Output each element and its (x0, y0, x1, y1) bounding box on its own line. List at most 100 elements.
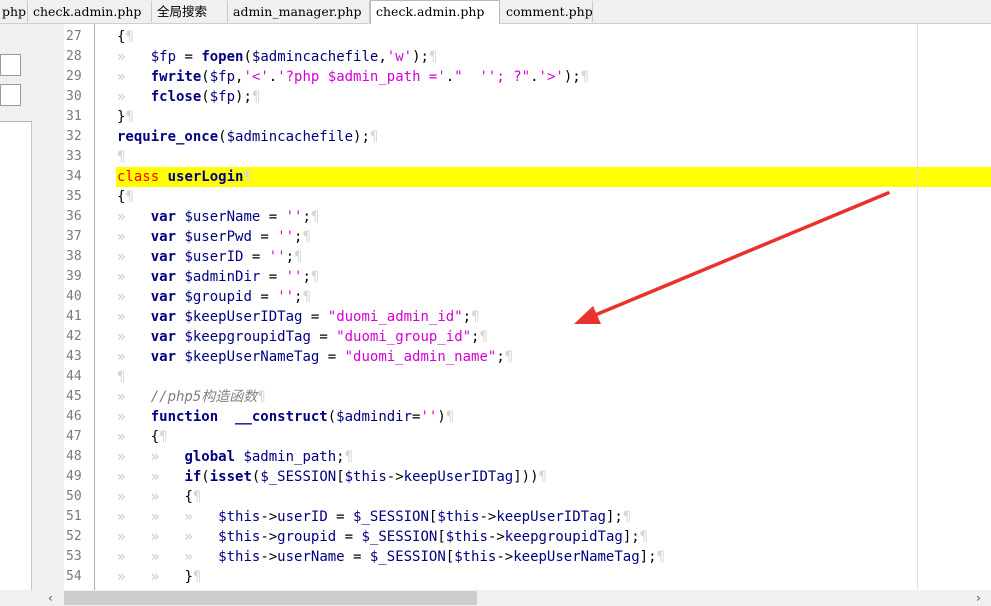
code-line: » fclose($fp);¶ (117, 87, 260, 107)
code-token: ¶ (302, 229, 311, 245)
line-number: 30 (66, 89, 82, 104)
code-token: » (117, 409, 151, 425)
line-number: 39 (66, 269, 82, 284)
code-token: ¶ (125, 189, 134, 205)
code-token: fclose (150, 89, 202, 105)
code-token: » » (117, 489, 185, 505)
code-token: . (445, 69, 455, 85)
code-token: ¶ (251, 89, 261, 105)
code-token: if (184, 469, 202, 485)
code-token: » » (117, 449, 185, 465)
line-number: 45 (66, 389, 82, 404)
code-line: » var $userID = '';¶ (117, 247, 303, 267)
code-token: $fp (209, 89, 236, 105)
horizontal-scrollbar[interactable]: ‹ › (32, 590, 991, 606)
code-line: {¶ (117, 27, 134, 47)
code-token: } (184, 569, 193, 585)
code-line: » » » $this->userName = $_SESSION[$this-… (117, 547, 665, 567)
code-token: ]; (622, 529, 640, 545)
code-token: ; (302, 209, 311, 225)
code-token: ]; (605, 509, 623, 525)
line-number: 51 (66, 509, 82, 524)
code-token: . (530, 69, 539, 85)
line-number: 53 (66, 549, 82, 564)
tab-php[interactable]: php (0, 1, 28, 22)
code-token: » » (117, 469, 185, 485)
code-token: ¶ (445, 409, 455, 425)
code-token: var (150, 289, 177, 305)
code-token: . (268, 69, 278, 85)
code-token: [ (437, 529, 446, 545)
code-token: ¶ (656, 549, 665, 565)
scroll-thumb[interactable] (64, 591, 477, 605)
code-token: ¶ (479, 329, 488, 345)
line-number: 43 (66, 349, 82, 364)
code-editor[interactable]: 27 {¶ 28» $fp = fopen($admincachefile,'w')… (64, 24, 991, 590)
code-token: ); (235, 89, 252, 105)
tab-check-admin-1[interactable]: check.admin.php (28, 1, 152, 22)
code-line: ¶ (117, 147, 125, 167)
code-token: = (176, 49, 202, 65)
code-token: » (117, 349, 151, 365)
code-token: = (251, 229, 278, 245)
tab-admin-manager[interactable]: admin_manager.php (228, 1, 370, 22)
code-token: var (150, 309, 177, 325)
code-token: "duomi_admin_id" (327, 309, 463, 325)
line-number: 27 (66, 29, 82, 44)
code-token: var (150, 329, 177, 345)
code-token: //php5构造函数 (150, 389, 258, 405)
code-token: " ''; ?" (454, 69, 531, 85)
code-token: ¶ (117, 369, 126, 385)
code-token: '' (420, 409, 438, 425)
code-token: = (336, 529, 362, 545)
code-token: » (117, 209, 151, 225)
code-token: '?php $admin_path =' (277, 69, 446, 85)
side-input-2[interactable] (0, 84, 21, 106)
code-line: » var $adminDir = '';¶ (117, 267, 319, 287)
code-token: "duomi_admin_name" (344, 349, 497, 365)
code-token: ; (462, 309, 472, 325)
code-token: ¶ (310, 209, 320, 225)
code-token: = (260, 209, 286, 225)
code-token: = (251, 289, 278, 305)
code-token: = (319, 349, 345, 365)
code-token: ( (201, 89, 210, 105)
tab-comment[interactable]: comment.php (501, 1, 593, 22)
side-input-1[interactable] (0, 54, 21, 76)
code-token: ; (285, 249, 295, 265)
code-token: ; (302, 269, 311, 285)
code-token: ¶ (125, 109, 134, 125)
code-token: ¶ (192, 569, 202, 585)
code-token: » (117, 269, 151, 285)
line-number: 29 (66, 69, 82, 84)
code-token: » » » (117, 549, 219, 565)
code-line: ¶ (117, 367, 125, 387)
code-token: userID (277, 509, 328, 525)
code-token: ; (496, 349, 505, 365)
code-token: » (117, 89, 151, 105)
scroll-left-icon[interactable]: ‹ (48, 590, 53, 606)
code-token: » » (117, 569, 185, 585)
code-line: » //php5构造函数¶ (117, 387, 266, 407)
code-token: » (117, 289, 151, 305)
code-token: var (150, 269, 177, 285)
code-token: ¶ (310, 269, 320, 285)
code-line: » » » $this->groupid = $_SESSION[$this->… (117, 527, 648, 547)
code-token: $userID (184, 249, 244, 265)
side-list[interactable] (0, 122, 32, 590)
line-number: 41 (66, 309, 82, 324)
code-token: fopen (201, 49, 244, 65)
code-token: » (117, 49, 151, 65)
code-token: ( (201, 69, 210, 85)
tab-global-search[interactable]: 全局搜索 (152, 1, 228, 22)
code-token: » (117, 249, 151, 265)
line-number: 54 (66, 569, 82, 584)
tab-check-admin-active[interactable]: check.admin.php (370, 0, 500, 24)
code-line: require_once($admincachefile);¶ (117, 127, 378, 147)
code-token: $this (454, 549, 497, 565)
code-token: » » » (117, 509, 219, 525)
scroll-right-icon[interactable]: › (976, 590, 981, 606)
code-token: $groupid (184, 289, 252, 305)
